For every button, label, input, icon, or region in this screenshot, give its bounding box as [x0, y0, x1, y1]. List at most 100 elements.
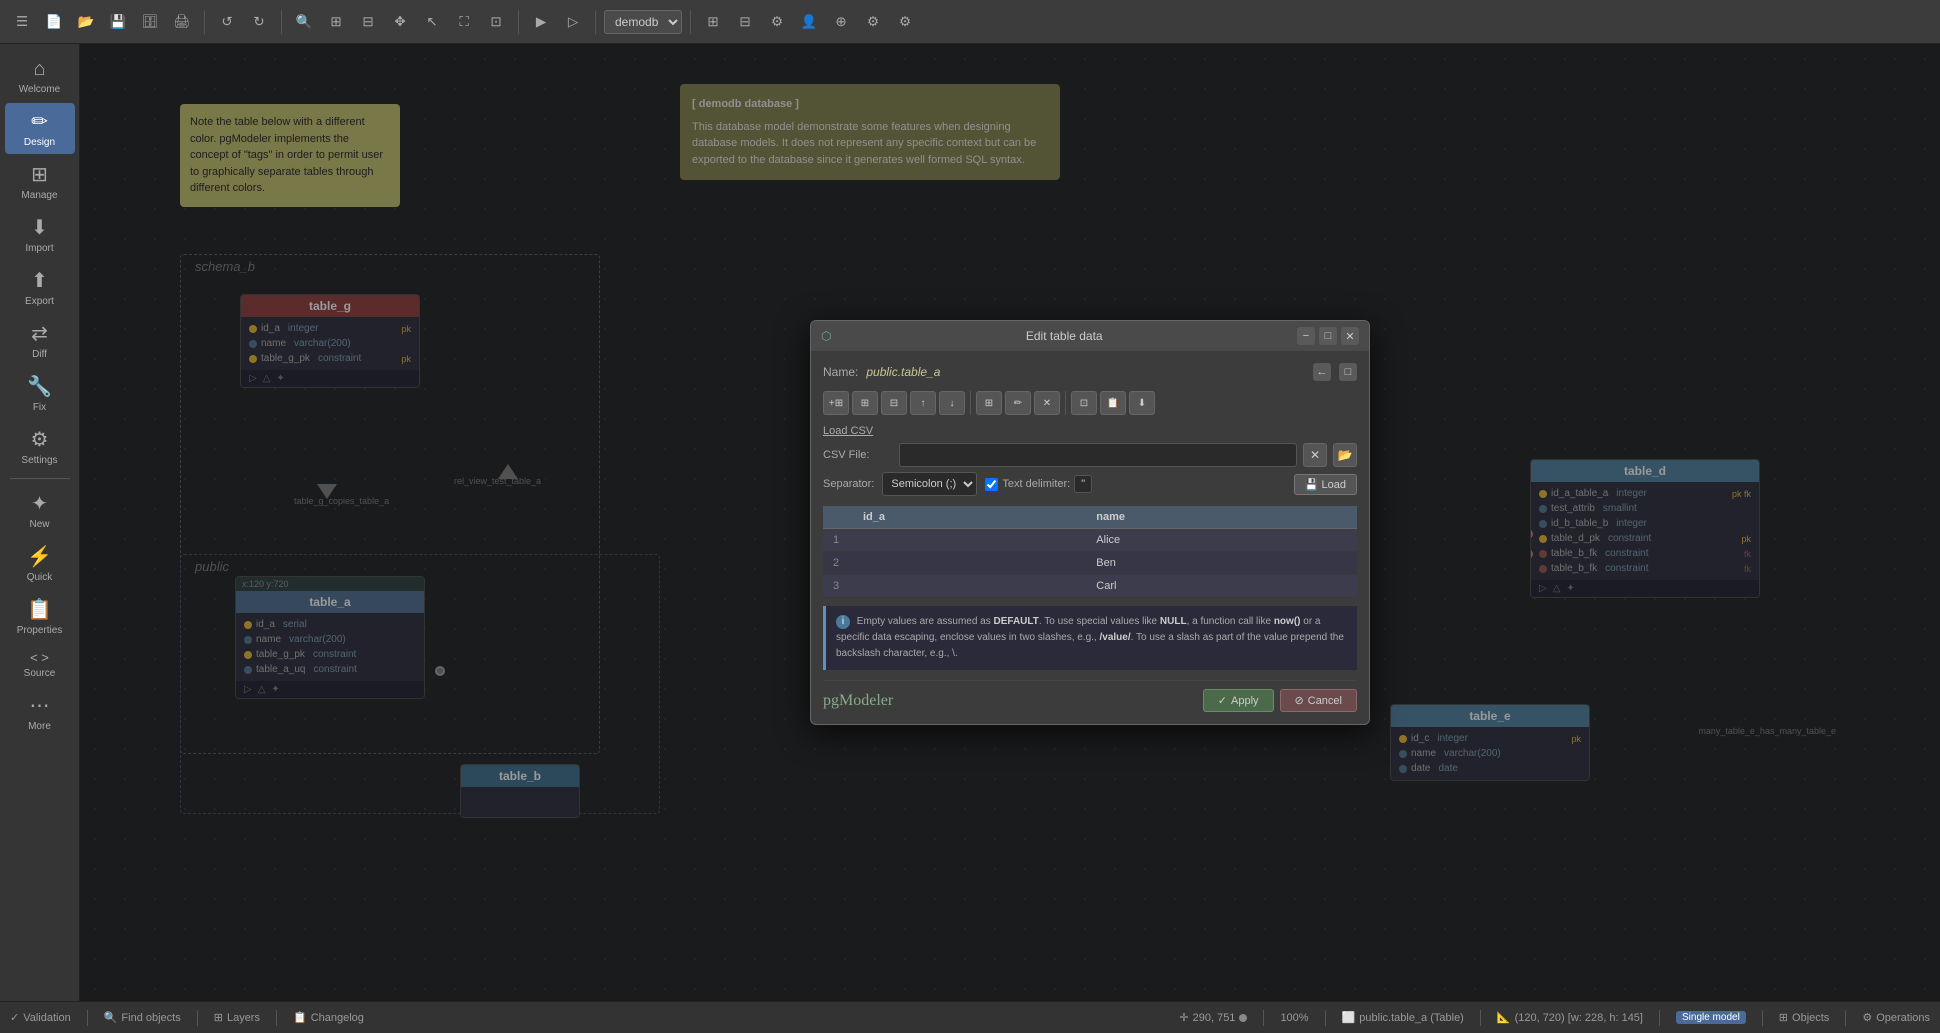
- separator-select[interactable]: Semicolon (;): [882, 472, 977, 496]
- new-button[interactable]: 📄: [40, 8, 68, 36]
- status-dot: [1239, 1014, 1247, 1022]
- csv-file-input[interactable]: [899, 443, 1297, 467]
- layers-icon: ⊞: [214, 1011, 223, 1024]
- zoom-out-button[interactable]: 🔍: [290, 8, 318, 36]
- modal-logo-small: ⬡: [821, 329, 831, 343]
- menu-button[interactable]: ☰: [8, 8, 36, 36]
- cancel-button[interactable]: ⊘ Cancel: [1280, 689, 1357, 712]
- move-button[interactable]: ✥: [386, 8, 414, 36]
- tb-btn6[interactable]: ⚙: [859, 8, 887, 36]
- sidebar-item-properties[interactable]: 📋 Properties: [5, 591, 75, 642]
- status-sep8: [1762, 1010, 1763, 1026]
- export-icon: ⬆: [31, 268, 48, 293]
- sidebar-item-quick[interactable]: ⚡ Quick: [5, 538, 75, 589]
- csv-file-label: CSV File:: [823, 449, 893, 461]
- copy-button[interactable]: ⊡: [1071, 391, 1097, 415]
- modal-body: Name: public.table_a ← □ +⊞ ⊞ ⊟ ↑ ↓ ⊞: [811, 351, 1369, 724]
- grid-button[interactable]: ⊞: [322, 8, 350, 36]
- col-add-button[interactable]: ⊞: [976, 391, 1002, 415]
- db-selector[interactable]: demodb: [604, 10, 682, 34]
- objects-icon: ⊞: [1779, 1011, 1788, 1024]
- layers-item[interactable]: ⊞ Layers: [214, 1011, 260, 1024]
- table-row[interactable]: 2 Ben: [823, 552, 1357, 575]
- cell-id-a[interactable]: [853, 552, 1086, 575]
- row-num: 1: [823, 529, 853, 552]
- sidebar-item-manage[interactable]: ⊞ Manage: [5, 156, 75, 207]
- print-button[interactable]: 🖨: [168, 8, 196, 36]
- modal-minimize-button[interactable]: −: [1297, 327, 1315, 345]
- info-text: Empty values are assumed as DEFAULT. To …: [836, 616, 1344, 659]
- sidebar-item-export[interactable]: ⬆ Export: [5, 262, 75, 313]
- save-all-button[interactable]: 🗄: [136, 8, 164, 36]
- table-icon: ⬜: [1342, 1011, 1356, 1024]
- sidebar-item-settings[interactable]: ⚙ Settings: [5, 421, 75, 472]
- undo-button[interactable]: ↺: [213, 8, 241, 36]
- cell-name[interactable]: Alice: [1086, 529, 1357, 552]
- add-row-button[interactable]: +⊞: [823, 391, 849, 415]
- tb-btn4[interactable]: 👤: [795, 8, 823, 36]
- table-row[interactable]: 1 Alice: [823, 529, 1357, 552]
- sidebar-item-welcome[interactable]: ⌂ Welcome: [5, 52, 75, 101]
- dup-row-button[interactable]: ⊞: [852, 391, 878, 415]
- tb-btn1[interactable]: ⊞: [699, 8, 727, 36]
- paste-button[interactable]: 📋: [1100, 391, 1126, 415]
- stop-button[interactable]: ▷: [559, 8, 587, 36]
- select-button[interactable]: ↖: [418, 8, 446, 36]
- col-edit-button[interactable]: ✏: [1005, 391, 1031, 415]
- validation-item[interactable]: ✓ Validation: [10, 1011, 71, 1024]
- csv-browse-button[interactable]: 📂: [1333, 443, 1357, 467]
- zoom-button[interactable]: ⛶: [450, 8, 478, 36]
- csv-file-row: CSV File: ✕ 📂: [823, 443, 1357, 467]
- del-row-button[interactable]: ⊟: [881, 391, 907, 415]
- modal-tb-sep2: [1065, 391, 1066, 415]
- sidebar-item-more[interactable]: ⋯ More: [5, 687, 75, 738]
- changelog-item[interactable]: 📋 Changelog: [293, 1011, 364, 1024]
- cell-name[interactable]: Carl: [1086, 575, 1357, 598]
- table-row[interactable]: 3 Carl: [823, 575, 1357, 598]
- sidebar-item-import[interactable]: ⬇ Import: [5, 209, 75, 260]
- modal-tb-sep1: [970, 391, 971, 415]
- canvas-area[interactable]: Note the table below with a different co…: [80, 44, 1940, 1001]
- load-csv-label[interactable]: Load CSV: [823, 425, 1357, 437]
- save-button[interactable]: 💾: [104, 8, 132, 36]
- grid2-button[interactable]: ⊟: [354, 8, 382, 36]
- cell-id-a[interactable]: [853, 529, 1086, 552]
- objects-item[interactable]: ⊞ Objects: [1779, 1011, 1830, 1024]
- view-mode-item[interactable]: Single model: [1676, 1011, 1746, 1024]
- operations-item[interactable]: ⚙ Operations: [1862, 1011, 1930, 1024]
- col-del-button[interactable]: ✕: [1034, 391, 1060, 415]
- find-objects-item[interactable]: 🔍 Find objects: [104, 1011, 181, 1024]
- sidebar-item-fix[interactable]: 🔧 Fix: [5, 368, 75, 419]
- sidebar-item-diff[interactable]: ⇄ Diff: [5, 315, 75, 366]
- apply-button[interactable]: ✓ Apply: [1203, 689, 1274, 712]
- cell-name[interactable]: Ben: [1086, 552, 1357, 575]
- name-row: Name: public.table_a ← □: [823, 363, 1357, 381]
- tb-btn7[interactable]: ⚙: [891, 8, 919, 36]
- open-button[interactable]: 📂: [72, 8, 100, 36]
- redo-button[interactable]: ↻: [245, 8, 273, 36]
- modal-restore-button[interactable]: □: [1319, 327, 1337, 345]
- quick-icon: ⚡: [27, 544, 52, 569]
- layers-label: Layers: [227, 1012, 260, 1024]
- fit-button[interactable]: ⊡: [482, 8, 510, 36]
- text-delimiter-label: Text delimiter:: [1002, 478, 1070, 490]
- name-back-button[interactable]: ←: [1313, 363, 1331, 381]
- play-button[interactable]: ▶: [527, 8, 555, 36]
- sidebar-item-design[interactable]: ✏ Design: [5, 103, 75, 154]
- sidebar-item-new[interactable]: ✦ New: [5, 485, 75, 536]
- move-up-button[interactable]: ↑: [910, 391, 936, 415]
- name-expand-button[interactable]: □: [1339, 363, 1357, 381]
- coords-item: ✛ 290, 751: [1179, 1011, 1247, 1024]
- csv-export-button[interactable]: ⬇: [1129, 391, 1155, 415]
- tb-btn2[interactable]: ⊟: [731, 8, 759, 36]
- cell-id-a[interactable]: [853, 575, 1086, 598]
- text-delimiter-checkbox[interactable]: [985, 478, 998, 491]
- tb-btn3[interactable]: ⚙: [763, 8, 791, 36]
- tb-btn5[interactable]: ⊕: [827, 8, 855, 36]
- modal-close-button[interactable]: ✕: [1341, 327, 1359, 345]
- load-csv-btn[interactable]: 💾 Load: [1294, 474, 1357, 495]
- crosshair-icon: ✛: [1179, 1011, 1188, 1024]
- sidebar-item-source[interactable]: < > Source: [5, 644, 75, 685]
- csv-clear-button[interactable]: ✕: [1303, 443, 1327, 467]
- move-down-button[interactable]: ↓: [939, 391, 965, 415]
